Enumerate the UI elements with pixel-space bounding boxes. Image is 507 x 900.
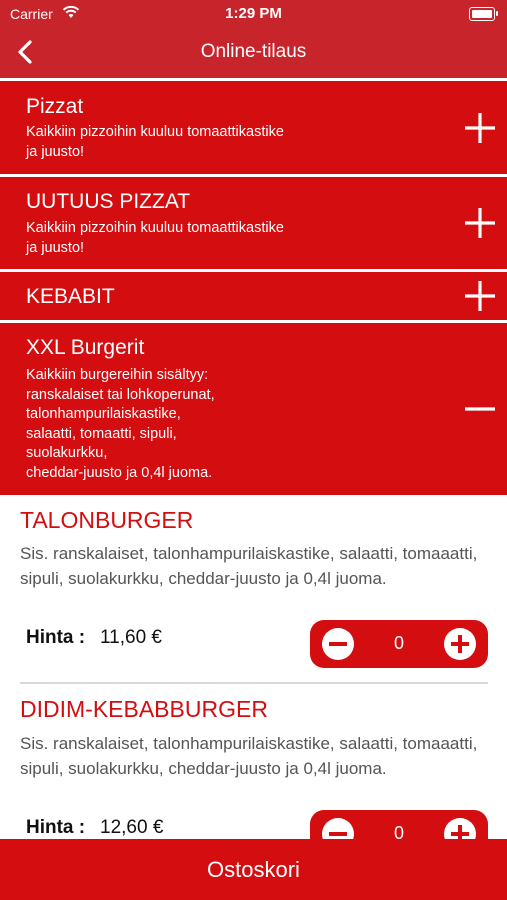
product-name: TALONBURGER [20, 507, 194, 533]
increase-quantity-button[interactable] [443, 627, 477, 661]
decrease-quantity-button[interactable] [321, 627, 355, 661]
category-pizzat[interactable]: Pizzat Kaikkiin pizzoihin kuuluu tomaatt… [0, 81, 507, 174]
cart-label: Ostoskori [207, 857, 300, 882]
category-description: Kaikkiin burgereihin sisältyy: ranskalai… [26, 367, 215, 481]
quantity-value: 0 [393, 823, 404, 839]
category-description: Kaikkiin pizzoihin kuuluu tomaattikastik… [26, 220, 284, 256]
product-name: DIDIM-KEBABBURGER [20, 696, 268, 722]
cart-button[interactable]: Ostoskori [0, 839, 507, 900]
quantity-value: 0 [393, 633, 404, 653]
status-bar: Carrier 1:29 PM [0, 0, 507, 28]
category-xxl-burgerit[interactable]: XXL Burgerit Kaikkiin burgereihin sisält… [0, 323, 507, 495]
quantity-stepper: 0 [310, 810, 488, 839]
status-time: 1:29 PM [225, 5, 282, 22]
category-title: UUTUUS PIZZAT [26, 190, 191, 213]
price-label: Hinta : [26, 627, 86, 648]
price-label: Hinta : [26, 817, 86, 838]
battery-icon [469, 7, 498, 21]
category-description: Kaikkiin pizzoihin kuuluu tomaattikastik… [26, 124, 284, 160]
increase-quantity-button[interactable] [443, 817, 477, 839]
expand-plus-icon[interactable] [463, 111, 497, 145]
price-value: 11,60 € [100, 627, 162, 648]
product-item: DIDIM-KEBABBURGER Sis. ranskalaiset, tal… [0, 685, 507, 839]
price-value: 12,60 € [100, 817, 164, 838]
product-description: Sis. ranskalaiset, talonhampurilaiskasti… [20, 544, 478, 588]
expand-plus-icon[interactable] [463, 279, 497, 313]
product-separator [20, 682, 488, 684]
category-title: XXL Burgerit [26, 336, 145, 359]
product-item: TALONBURGER Sis. ranskalaiset, talonhamp… [0, 495, 507, 685]
product-description: Sis. ranskalaiset, talonhampurilaiskasti… [20, 734, 478, 778]
quantity-stepper: 0 [310, 620, 488, 668]
nav-bar: Online-tilaus [0, 28, 507, 78]
page-title: Online-tilaus [200, 41, 307, 62]
expand-plus-icon[interactable] [463, 206, 497, 240]
decrease-quantity-button[interactable] [321, 817, 355, 839]
category-kebabit[interactable]: KEBABIT [0, 272, 507, 320]
collapse-minus-icon[interactable] [463, 392, 497, 426]
category-title: Pizzat [26, 95, 84, 118]
category-title: KEBABIT [26, 285, 115, 308]
category-uutuus-pizzat[interactable]: UUTUUS PIZZAT Kaikkiin pizzoihin kuuluu … [0, 177, 507, 269]
